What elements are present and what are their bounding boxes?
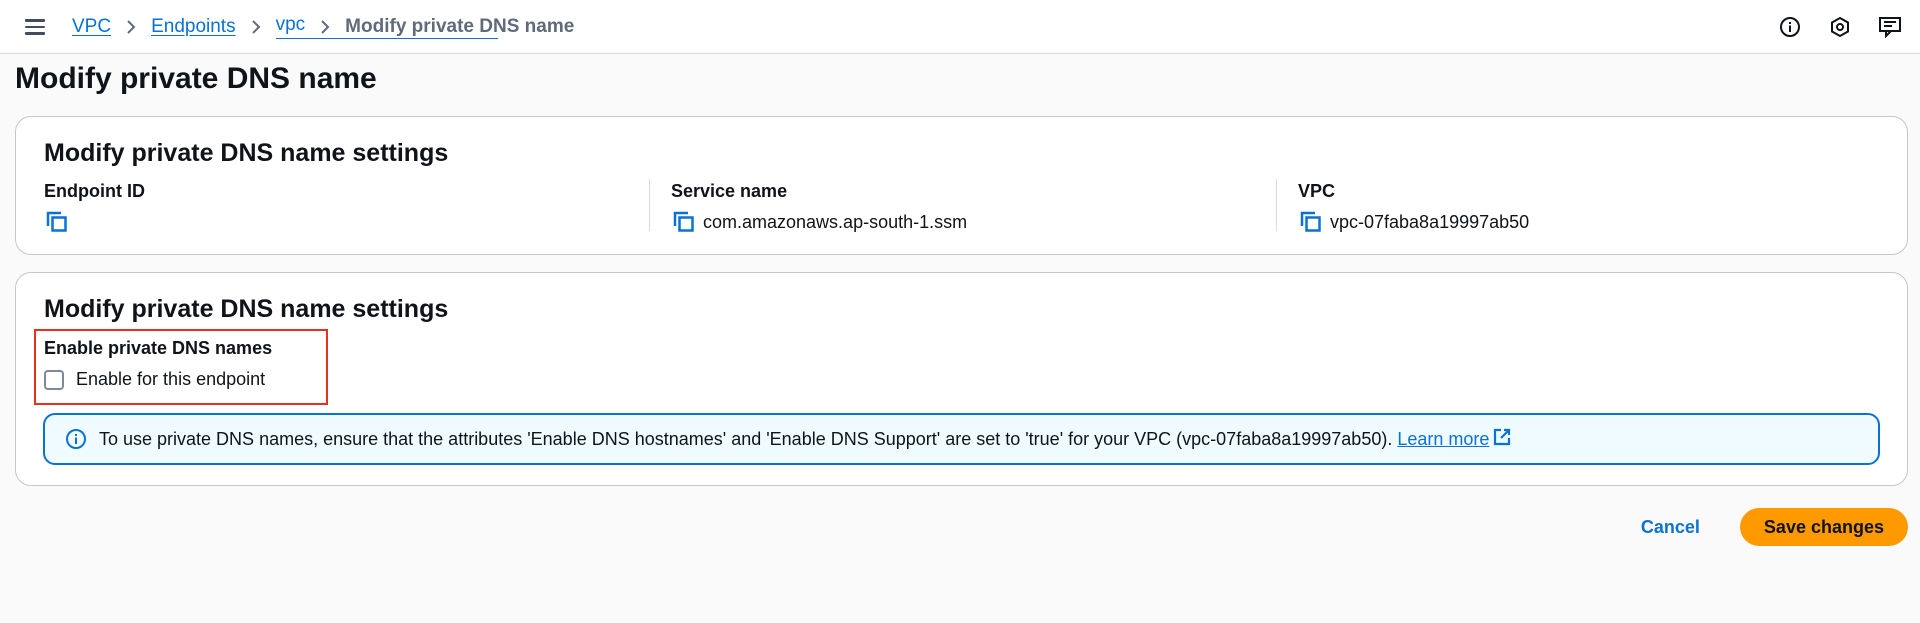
- top-navigation-bar: VPC Endpoints vpc Modify private DNS nam…: [0, 0, 1920, 54]
- page-title: Modify private DNS name: [15, 62, 377, 95]
- copy-icon[interactable]: [44, 209, 70, 235]
- settings-card: Modify private DNS name settings Enable …: [15, 272, 1908, 486]
- endpoint-id-label: Endpoint ID: [44, 181, 145, 201]
- enable-private-dns-checkbox-row[interactable]: Enable for this endpoint: [44, 369, 265, 390]
- shield-settings-icon[interactable]: [1826, 13, 1854, 41]
- vpc-label: VPC: [1298, 181, 1336, 201]
- info-alert: To use private DNS names, ensure that th…: [43, 413, 1880, 465]
- details-card-title: Modify private DNS name settings: [44, 139, 449, 167]
- feedback-icon[interactable]: [1876, 13, 1904, 41]
- checkbox-label: Enable for this endpoint: [76, 369, 266, 389]
- details-card: Modify private DNS name settings Endpoin…: [15, 116, 1908, 255]
- alert-text: To use private DNS names, ensure that th…: [99, 428, 1393, 449]
- learn-more-link[interactable]: Learn more: [1397, 428, 1511, 451]
- save-changes-button[interactable]: Save changes: [1739, 508, 1908, 546]
- chevron-right-icon: [125, 19, 137, 35]
- chevron-right-icon: [319, 19, 331, 35]
- vpc-field: VPC vpc-07faba8a19997ab50: [1298, 181, 1529, 235]
- column-divider: [1276, 179, 1277, 231]
- breadcrumb: VPC Endpoints vpc Modify private DNS nam…: [72, 14, 574, 40]
- column-divider: [649, 179, 650, 231]
- info-icon[interactable]: [1776, 13, 1804, 41]
- breadcrumb-current: Modify private DNS name: [345, 16, 575, 37]
- learn-more-label: Learn more: [1397, 428, 1490, 449]
- breadcrumb-endpoint-id[interactable]: vpc: [275, 14, 498, 40]
- top-right-tools: [1776, 13, 1904, 41]
- copy-icon[interactable]: [1298, 209, 1324, 235]
- menu-icon[interactable]: [22, 14, 48, 40]
- info-icon: [65, 428, 87, 450]
- enable-private-dns-checkbox[interactable]: [44, 369, 64, 390]
- copy-icon[interactable]: [671, 209, 697, 235]
- endpoint-id-field: Endpoint ID: [44, 181, 145, 235]
- external-link-icon: [1493, 428, 1511, 451]
- settings-card-title: Modify private DNS name settings: [44, 295, 449, 323]
- cancel-button[interactable]: Cancel: [1629, 509, 1712, 546]
- vpc-value: vpc-07faba8a19997ab50: [1330, 211, 1530, 232]
- enable-private-dns-label: Enable private DNS names: [44, 338, 273, 358]
- service-name-label: Service name: [671, 181, 788, 201]
- breadcrumb-endpoints[interactable]: Endpoints: [151, 16, 236, 38]
- service-name-value: com.amazonaws.ap-south-1.ssm: [703, 211, 968, 232]
- chevron-right-icon: [250, 19, 262, 35]
- service-name-field: Service name com.amazonaws.ap-south-1.ss…: [671, 181, 967, 235]
- breadcrumb-vpc[interactable]: VPC: [72, 16, 111, 38]
- form-actions: Cancel Save changes: [1629, 508, 1908, 546]
